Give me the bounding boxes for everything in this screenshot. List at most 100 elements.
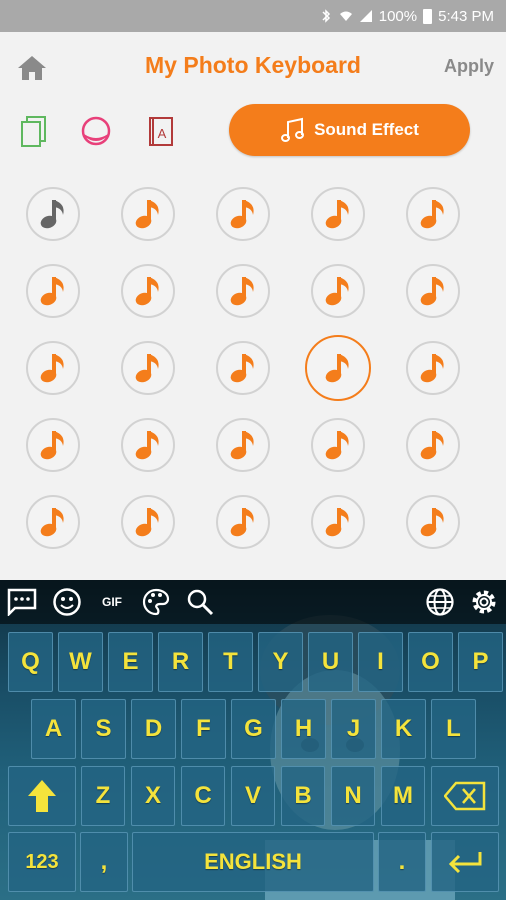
- sound-option[interactable]: [216, 418, 270, 472]
- theme-copy-icon[interactable]: [18, 114, 50, 148]
- music-note-icon: [230, 508, 254, 537]
- music-note-icon: [40, 354, 64, 383]
- music-notes-icon: [281, 117, 305, 142]
- sound-option[interactable]: [26, 418, 80, 472]
- battery-percent: 100%: [378, 7, 418, 25]
- key-s[interactable]: S: [81, 699, 126, 759]
- key-i[interactable]: I: [358, 632, 403, 692]
- shift-arrow-icon: [28, 780, 56, 812]
- space-key[interactable]: ENGLISH: [132, 832, 374, 892]
- apply-button[interactable]: Apply: [444, 56, 494, 77]
- key-k[interactable]: K: [381, 699, 426, 759]
- music-note-icon: [325, 354, 349, 383]
- sound-option[interactable]: [406, 495, 460, 549]
- music-note-icon: [135, 508, 159, 537]
- key-q[interactable]: Q: [8, 632, 53, 692]
- music-note-icon: [40, 200, 64, 229]
- sound-option[interactable]: [216, 495, 270, 549]
- period-key[interactable]: .: [378, 832, 426, 892]
- sound-option[interactable]: [406, 418, 460, 472]
- key-v[interactable]: V: [231, 766, 275, 826]
- sound-option[interactable]: [311, 495, 365, 549]
- key-p[interactable]: P: [458, 632, 503, 692]
- sound-option[interactable]: [406, 264, 460, 318]
- sound-option-selected[interactable]: [305, 335, 371, 401]
- sound-option[interactable]: [26, 495, 80, 549]
- backspace-key[interactable]: [431, 766, 499, 826]
- music-note-icon: [420, 354, 444, 383]
- sound-option[interactable]: [216, 264, 270, 318]
- music-note-icon: [325, 277, 349, 306]
- enter-key[interactable]: [431, 832, 499, 892]
- key-m[interactable]: M: [381, 766, 425, 826]
- key-w[interactable]: W: [58, 632, 103, 692]
- key-f[interactable]: F: [181, 699, 226, 759]
- key-g[interactable]: G: [231, 699, 276, 759]
- sound-option[interactable]: [26, 264, 80, 318]
- clock: 5:43 PM: [438, 7, 494, 25]
- key-z[interactable]: Z: [81, 766, 125, 826]
- key-h[interactable]: H: [281, 699, 326, 759]
- key-e[interactable]: E: [108, 632, 153, 692]
- enter-arrow-icon: [448, 852, 482, 874]
- sound-option[interactable]: [311, 187, 365, 241]
- globe-icon[interactable]: [424, 586, 456, 618]
- key-c[interactable]: C: [181, 766, 225, 826]
- sound-effect-label: Sound Effect: [314, 120, 419, 139]
- key-b[interactable]: B: [281, 766, 325, 826]
- signal-icon: [359, 10, 372, 22]
- sound-option[interactable]: [121, 341, 175, 395]
- gear-icon[interactable]: [468, 586, 500, 618]
- shift-key[interactable]: [8, 766, 76, 826]
- sound-option[interactable]: [216, 187, 270, 241]
- key-d[interactable]: D: [131, 699, 176, 759]
- sound-option[interactable]: [311, 418, 365, 472]
- music-note-icon: [230, 200, 254, 229]
- numbers-key[interactable]: 123: [8, 832, 76, 892]
- music-note-icon: [420, 431, 444, 460]
- key-o[interactable]: O: [408, 632, 453, 692]
- key-u[interactable]: U: [308, 632, 353, 692]
- key-j[interactable]: J: [331, 699, 376, 759]
- key-x[interactable]: X: [131, 766, 175, 826]
- music-note-icon: [40, 277, 64, 306]
- music-note-icon: [325, 200, 349, 229]
- sound-option[interactable]: [121, 495, 175, 549]
- bluetooth-icon: [322, 9, 330, 23]
- music-note-icon: [135, 431, 159, 460]
- sound-option[interactable]: [121, 187, 175, 241]
- sound-option[interactable]: [406, 187, 460, 241]
- sound-option[interactable]: [26, 341, 80, 395]
- emoji-icon[interactable]: [51, 586, 83, 618]
- music-note-icon: [420, 277, 444, 306]
- key-t[interactable]: T: [208, 632, 253, 692]
- color-circle-icon[interactable]: [80, 114, 112, 148]
- key-a[interactable]: A: [31, 699, 76, 759]
- font-book-icon[interactable]: A: [146, 114, 178, 148]
- search-icon[interactable]: [184, 586, 216, 618]
- sound-effect-button[interactable]: Sound Effect: [229, 104, 470, 156]
- sound-option[interactable]: [311, 264, 365, 318]
- key-l[interactable]: L: [431, 699, 476, 759]
- sound-option[interactable]: [121, 264, 175, 318]
- sound-option[interactable]: [121, 418, 175, 472]
- gif-icon[interactable]: GIF: [96, 586, 128, 618]
- music-note-icon: [420, 508, 444, 537]
- music-note-icon: [230, 354, 254, 383]
- comma-key[interactable]: ,: [80, 832, 128, 892]
- music-note-icon: [230, 431, 254, 460]
- sound-option[interactable]: [26, 187, 80, 241]
- key-r[interactable]: R: [158, 632, 203, 692]
- sound-option[interactable]: [406, 341, 460, 395]
- battery-icon: [423, 8, 433, 24]
- screen: 100% 5:43 PM My Photo Keyboard Apply A S…: [0, 0, 506, 900]
- key-n[interactable]: N: [331, 766, 375, 826]
- chat-icon[interactable]: [6, 586, 38, 618]
- sound-option[interactable]: [216, 341, 270, 395]
- music-note-icon: [325, 508, 349, 537]
- key-y[interactable]: Y: [258, 632, 303, 692]
- status-bar: 100% 5:43 PM: [0, 0, 506, 32]
- music-note-icon: [230, 277, 254, 306]
- music-note-icon: [135, 277, 159, 306]
- palette-icon[interactable]: [140, 586, 172, 618]
